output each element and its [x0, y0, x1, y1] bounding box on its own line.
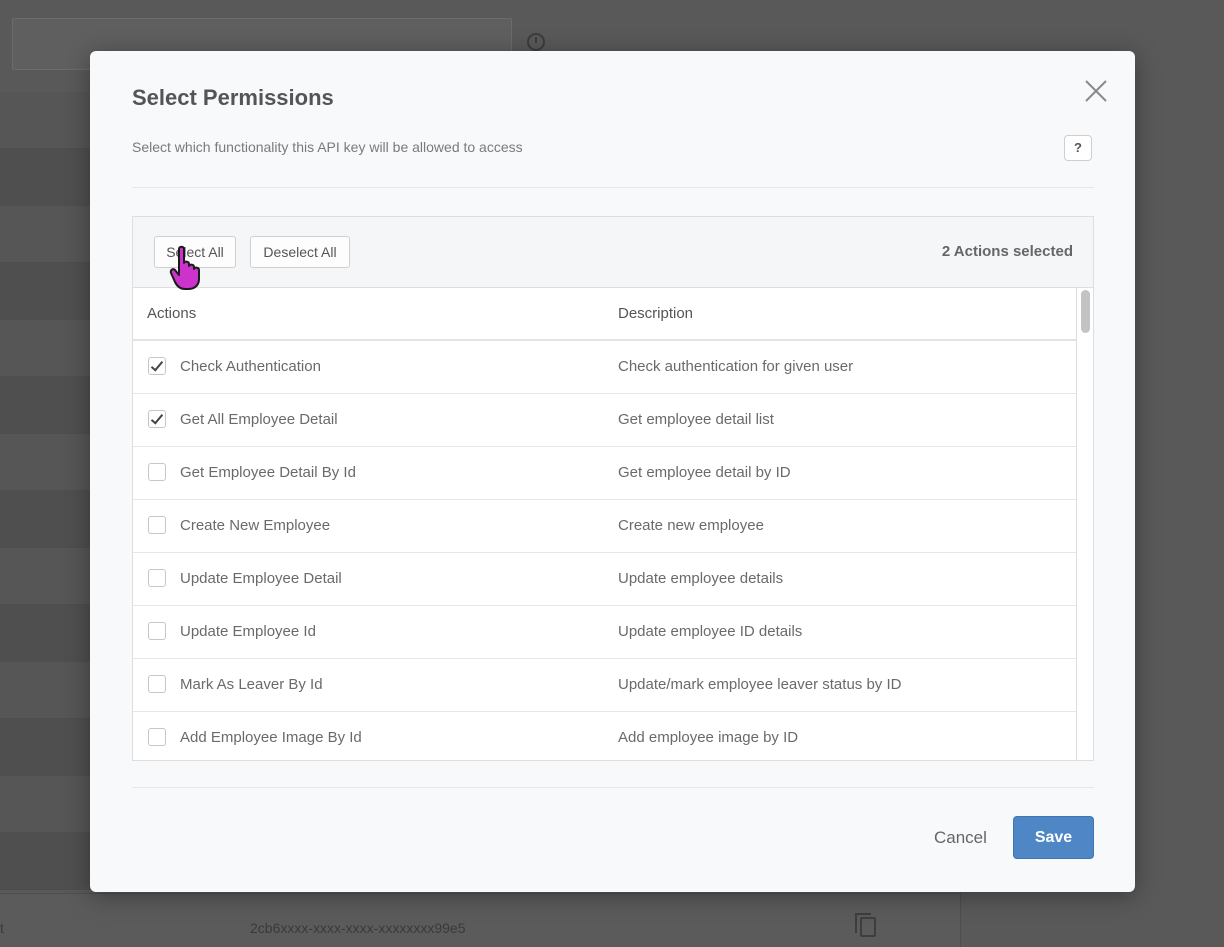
close-button[interactable]	[1080, 75, 1112, 107]
background-sidebar-row	[0, 434, 90, 491]
action-name: Get All Employee Detail	[180, 411, 338, 428]
close-icon	[1085, 80, 1107, 102]
action-description: Get employee detail by ID	[618, 464, 791, 481]
table-scrollbar[interactable]	[1076, 288, 1093, 760]
background-sidebar-row	[0, 605, 90, 662]
deselect-all-button[interactable]: Deselect All	[250, 236, 350, 268]
action-description: Check authentication for given user	[618, 358, 854, 375]
action-name: Create New Employee	[180, 517, 331, 534]
action-description: Update employee details	[618, 570, 784, 587]
permissions-toolbar: Select All Deselect All 2 Actions select…	[133, 217, 1093, 290]
cancel-button[interactable]: Cancel	[934, 828, 987, 848]
table-row[interactable]: Update Employee Detail Update employee de…	[133, 553, 1076, 606]
background-sidebar-row	[0, 377, 90, 434]
background-sidebar-row	[0, 776, 90, 833]
background-sidebar-row	[0, 206, 90, 263]
action-name: Get Employee Detail By Id	[180, 464, 356, 481]
table-row[interactable]: Check Authentication Check authentication…	[133, 341, 1076, 394]
permission-checkbox[interactable]	[148, 728, 166, 746]
modal-title: Select Permissions	[132, 85, 334, 110]
table-row[interactable]: Update Employee Id Update employee ID det…	[133, 606, 1076, 659]
select-permissions-modal: Select Permissions Select which function…	[90, 51, 1135, 892]
permission-checkbox[interactable]	[148, 516, 166, 534]
permissions-panel: Select All Deselect All 2 Actions select…	[132, 216, 1094, 761]
permission-checkbox[interactable]	[148, 622, 166, 640]
table-body: Check Authentication Check authentication…	[133, 341, 1076, 760]
permissions-table: Actions Description Check Authentication…	[133, 288, 1093, 760]
column-header-actions: Actions	[147, 305, 197, 322]
background-sidebar-row	[0, 662, 90, 719]
background-sidebar-row	[0, 719, 90, 776]
background-row-label: t	[0, 920, 4, 936]
action-name: Mark As Leaver By Id	[180, 676, 323, 693]
help-button[interactable]: ?	[1064, 135, 1092, 161]
header-divider	[132, 187, 1094, 188]
action-description: Update/mark employee leaver status by ID	[618, 676, 902, 693]
table-row[interactable]: Create New Employee Create new employee	[133, 500, 1076, 553]
action-description: Add employee image by ID	[618, 729, 799, 746]
table-row[interactable]: Add Employee Image By Id Add employee ima…	[133, 712, 1076, 760]
save-button[interactable]: Save	[1013, 816, 1094, 859]
select-all-button[interactable]: Select All	[154, 236, 236, 268]
action-description: Create new employee	[618, 517, 764, 534]
action-description: Update employee ID details	[618, 623, 803, 640]
background-sidebar-row	[0, 149, 90, 206]
permission-checkbox[interactable]	[148, 569, 166, 587]
background-sidebar-row	[0, 263, 90, 320]
selected-count: 2 Actions selected	[941, 243, 1073, 260]
background-table-row	[0, 893, 961, 947]
permission-checkbox[interactable]	[148, 410, 166, 428]
action-name: Update Employee Detail	[180, 570, 342, 587]
footer-divider	[132, 787, 1094, 788]
background-sidebar	[0, 92, 90, 890]
table-row[interactable]: Get All Employee Detail Get employee deta…	[133, 394, 1076, 447]
table-header: Actions Description	[133, 288, 1076, 341]
table-row[interactable]: Get Employee Detail By Id Get employee de…	[133, 447, 1076, 500]
table-row[interactable]: Mark As Leaver By Id Update/mark employee…	[133, 659, 1076, 712]
background-sidebar-row	[0, 92, 90, 149]
action-name: Update Employee Id	[180, 623, 316, 640]
permission-checkbox[interactable]	[148, 675, 166, 693]
background-sidebar-row	[0, 548, 90, 605]
background-sidebar-row	[0, 320, 90, 377]
permission-checkbox[interactable]	[148, 357, 166, 375]
column-header-description: Description	[618, 305, 694, 322]
clock-icon	[527, 33, 545, 51]
permission-checkbox[interactable]	[148, 463, 166, 481]
copy-icon	[855, 913, 876, 937]
modal-subtitle: Select which functionality this API key …	[132, 139, 523, 155]
scrollbar-thumb[interactable]	[1081, 290, 1090, 333]
background-sidebar-row	[0, 491, 90, 548]
background-sidebar-row	[0, 833, 90, 890]
action-name: Add Employee Image By Id	[180, 729, 362, 746]
action-name: Check Authentication	[180, 358, 321, 375]
api-key-value: 2cb6xxxx-xxxx-xxxx-xxxxxxxx99e5	[250, 920, 466, 936]
action-description: Get employee detail list	[618, 411, 774, 428]
